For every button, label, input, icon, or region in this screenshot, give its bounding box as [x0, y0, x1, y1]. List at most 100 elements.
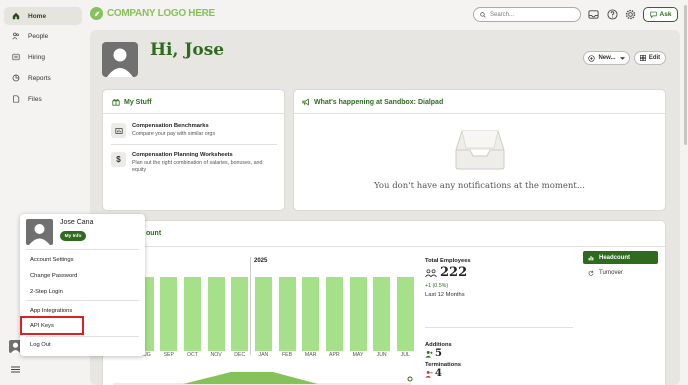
search-placeholder: Search... [490, 11, 515, 18]
sidebar-item-reports[interactable]: Reports [4, 69, 82, 87]
area-sparkline [113, 372, 413, 385]
my-stuff-title: My Stuff [112, 98, 152, 106]
sidebar-item-people[interactable]: People [4, 27, 82, 45]
sidebar-item-label: Home [28, 12, 47, 20]
plus-circle-icon [588, 54, 596, 62]
top-header: COMPANY LOGO HERE Search... Ask [88, 0, 688, 30]
menu-item-change-password[interactable]: Change Password [30, 273, 77, 279]
bar-chart-icon [588, 255, 594, 260]
user-menu-name: Jose Cana [60, 219, 94, 226]
x-axis-month-label: OCT [186, 352, 198, 358]
ask-button[interactable]: Ask [643, 7, 678, 22]
x-axis-month-label: APR [329, 352, 340, 358]
headcount-bar[interactable] [396, 277, 414, 351]
year-label: 2025 [254, 258, 268, 264]
headcount-bar[interactable] [207, 277, 225, 351]
chart-icon [111, 123, 126, 138]
headcount-bar[interactable] [325, 277, 343, 351]
x-axis-month-label: FEB [282, 352, 293, 358]
sidebar-item-label: Reports [28, 74, 51, 82]
item-title: Compensation Planning Worksheets [132, 152, 233, 158]
user-icon [29, 224, 50, 245]
headcount-bar[interactable] [373, 277, 391, 351]
headcount-bar[interactable] [349, 277, 367, 351]
divider [294, 113, 665, 114]
tab-headcount[interactable]: Headcount [583, 251, 658, 264]
add-person-icon [425, 350, 433, 358]
tab-turnover[interactable]: Turnover [583, 266, 658, 279]
divider [26, 300, 139, 301]
home-icon [12, 12, 20, 20]
hiring-icon [12, 53, 20, 61]
item-title: Compensation Benchmarks [132, 123, 209, 129]
user-icon [107, 48, 133, 77]
sidebar-item-label: People [28, 32, 49, 40]
search-icon [480, 11, 486, 18]
x-axis-month-label: NOV [210, 352, 222, 358]
period-label: Last 12 Months [425, 292, 465, 298]
total-employees-value: 222 [440, 265, 468, 280]
headcount-bar[interactable] [231, 277, 249, 351]
headcount-bar[interactable] [160, 277, 178, 351]
list-item-compensation-planning[interactable]: $ Compensation Planning Worksheets Plan … [111, 152, 272, 174]
year-divider [250, 257, 251, 355]
tab-label: Turnover [599, 269, 623, 276]
whats-happening-card: What's happening at Sandbox: Dialpad You… [293, 89, 666, 211]
search-input[interactable]: Search... [473, 7, 581, 22]
headcount-card-title: ount [146, 230, 162, 237]
new-button[interactable]: New... [583, 51, 630, 65]
my-info-label: My Info [64, 233, 82, 239]
profile-avatar[interactable] [102, 42, 138, 77]
sidebar-item-files[interactable]: Files [4, 90, 82, 108]
divider [103, 113, 284, 114]
divider [425, 327, 573, 328]
company-logo[interactable]: COMPANY LOGO HERE [90, 7, 215, 20]
sidebar-item-hiring[interactable]: Hiring [4, 48, 82, 66]
x-axis-month-label: MAR [304, 352, 317, 358]
sidebar-item-home[interactable]: Home [4, 7, 82, 25]
headcount-bar[interactable] [302, 277, 320, 351]
my-stuff-title-text: My Stuff [124, 98, 152, 106]
menu-item-app-integrations[interactable]: App Integrations [30, 308, 72, 314]
divider [26, 249, 139, 250]
edit-label: Edit [648, 55, 661, 61]
logo-text: COMPANY LOGO HERE [107, 8, 215, 19]
menu-item-log-out[interactable]: Log Out [30, 342, 51, 348]
headcount-bar[interactable] [278, 277, 296, 351]
my-stuff-card: My Stuff Compensation Benchmarks Compare… [102, 89, 285, 211]
menu-icon[interactable] [11, 366, 20, 373]
scrollbar[interactable] [684, 5, 687, 145]
my-info-button[interactable]: My Info [60, 231, 86, 241]
whats-happening-title: What's happening at Sandbox: Dialpad [302, 98, 443, 106]
inbox-icon[interactable] [588, 9, 599, 20]
highlight-box [20, 316, 84, 335]
list-item-compensation-benchmarks[interactable]: Compensation Benchmarks Compare your pay… [111, 123, 272, 138]
headcount-bar[interactable] [183, 277, 201, 351]
logo-icon [90, 7, 103, 20]
help-icon[interactable] [607, 9, 618, 20]
grid-icon [639, 55, 646, 61]
dollar-icon: $ [111, 152, 126, 167]
terminations-value: 4 [435, 368, 442, 379]
menu-item-two-step-login[interactable]: 2-Step Login [30, 289, 63, 295]
sidebar-item-label: Hiring [28, 53, 45, 61]
ask-label: Ask [659, 11, 672, 18]
gift-icon [112, 99, 120, 106]
edit-button[interactable]: Edit [634, 51, 666, 65]
remove-person-icon [425, 370, 433, 378]
whats-happening-title-text: What's happening at Sandbox: Dialpad [314, 98, 444, 106]
megaphone-icon [302, 98, 309, 106]
headcount-bar[interactable] [254, 277, 272, 351]
employee-change: +1 (0.5%) [425, 283, 449, 289]
item-description: Plan out the right combination of salari… [132, 160, 263, 174]
empty-inbox-icon [455, 130, 505, 170]
total-employees-label: Total Employees [425, 258, 471, 264]
files-icon [13, 95, 20, 103]
user-menu-popup: Jose Cana My Info Account Settings Chang… [20, 214, 145, 356]
x-axis-month-label: JUL [400, 352, 410, 358]
additions-value: 5 [435, 348, 442, 359]
gear-icon[interactable] [625, 9, 636, 20]
team-icon [425, 269, 437, 278]
menu-item-account-settings[interactable]: Account Settings [30, 257, 74, 263]
new-label: New... [598, 55, 616, 61]
